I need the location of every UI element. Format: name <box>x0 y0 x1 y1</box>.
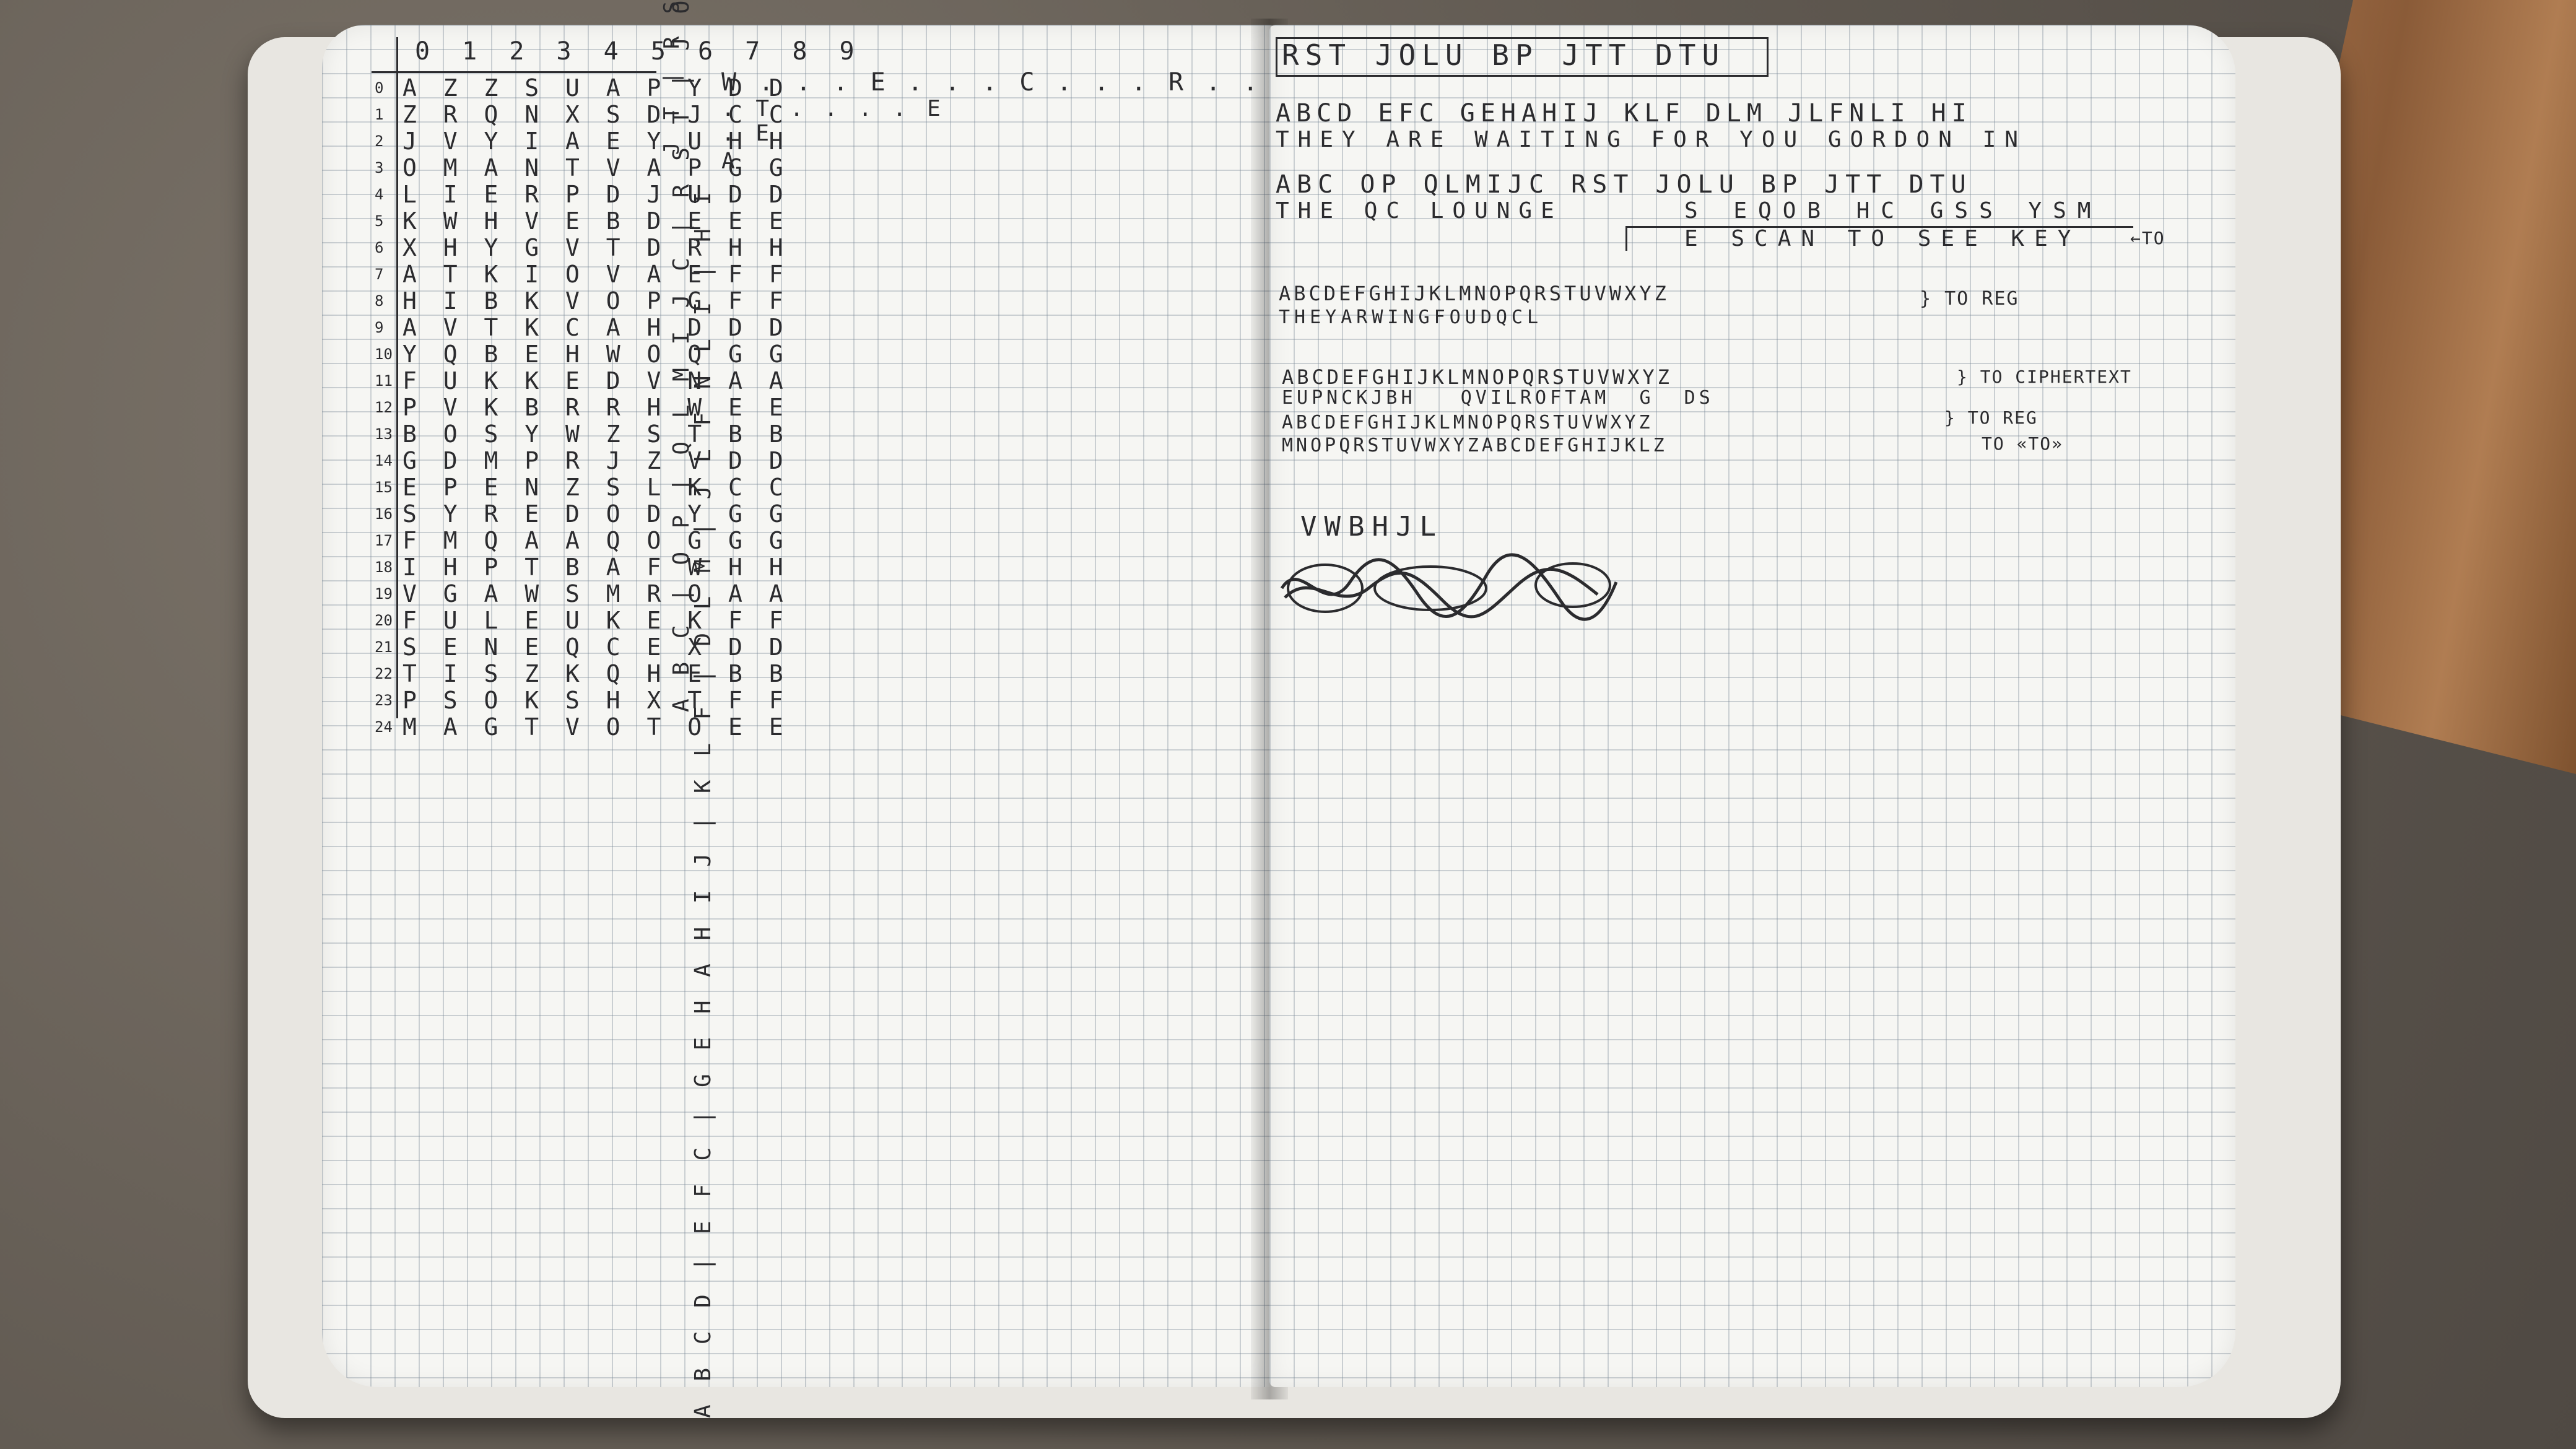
left-top-notes-3: . E <box>721 121 773 146</box>
grid-row: L I E R P D J U D D <box>402 181 790 208</box>
grid-row-number: 18 <box>375 559 393 576</box>
grid-row-number: 5 <box>375 212 384 230</box>
grid-row: S Y R E D O D Y G G <box>402 500 790 528</box>
grid-row-number: 17 <box>375 532 393 549</box>
grid-row: P S O K S H X T F F <box>402 687 790 714</box>
grid-row: P V K B R R H W E E <box>402 394 790 421</box>
alphabet-3: ABCDEFGHIJKLMNOPQRSTUVWXYZ <box>1282 412 1653 433</box>
alphabet-2: ABCDEFGHIJKLMNOPQRSTUVWXYZ <box>1282 365 1673 389</box>
cipher-line-1: ABCD EFC GEHAHIJ KLF DLM JLFNLI HI <box>1276 99 1972 128</box>
left-top-notes-4: A <box>721 149 739 174</box>
plain-line-2: THE QC LOUNGE <box>1276 198 1563 224</box>
word-vwbhjl: VWBHJL <box>1300 511 1443 542</box>
vertical-cipher-inner: J T | R S T | J O L U | B P | J T T | D … <box>659 0 684 155</box>
grid-row-number: 19 <box>375 585 393 603</box>
alphabet-1: ABCDEFGHIJKLMNOPQRSTUVWXYZ <box>1279 282 1669 305</box>
grid-row: M A G T V O T O E E <box>402 713 790 741</box>
grid-row: G D M P R J Z V D D <box>402 447 790 474</box>
grid-row-number: 14 <box>375 452 393 469</box>
grid-row-number: 13 <box>375 425 393 443</box>
grid-row-number: 16 <box>375 505 393 523</box>
grid-row-number: 22 <box>375 665 393 682</box>
grid-row-number: 8 <box>375 292 384 310</box>
bracket-side <box>1625 226 1627 251</box>
grid-row-number: 21 <box>375 638 393 656</box>
grid-row-number: 1 <box>375 106 384 123</box>
grid-row-number: 0 <box>375 79 384 97</box>
grid-row: X H Y G V T D R H H <box>402 234 790 261</box>
alphabet-4: MNOPQRSTUVWXYZABCDEFGHIJKLZ <box>1282 435 1668 456</box>
grid-row: T I S Z K Q H E B B <box>402 660 790 687</box>
grid-row-number: 10 <box>375 346 393 363</box>
grid-row-number: 4 <box>375 186 384 203</box>
grid-row: F U K K E D V N A A <box>402 367 790 394</box>
grid-row: F M Q A A Q O G G G <box>402 527 790 554</box>
grid-row-number: 24 <box>375 718 393 736</box>
grid-vertical-rule <box>396 37 398 718</box>
grid-row: Y Q B E H W O Q G G <box>402 341 790 368</box>
alphabet-2-map: EUPNCKJBH QVILROFTAM G DS <box>1282 387 1714 409</box>
notebook-photo: 0 1 2 3 4 5 6 7 8 9 0A Z Z S U A P Y D D… <box>0 0 2576 1449</box>
plain-line-2-sub: S EQOB HC GSS YSM <box>1684 198 2102 224</box>
grid-row: H I B K V O P G F F <box>402 287 790 315</box>
bracket-text: E SCAN TO SEE KEY <box>1684 226 2081 251</box>
arrow-to: ←TO <box>2130 228 2165 248</box>
alphabet-1-note: } TO REG <box>1920 288 2019 310</box>
grid-row-number: 2 <box>375 133 384 150</box>
grid-column-header: 0 1 2 3 4 5 6 7 8 9 <box>415 37 863 66</box>
grid-row: F U L E U K E K F F <box>402 607 790 634</box>
grid-row: S E N E Q C E X D D <box>402 633 790 661</box>
grid-row-number: 9 <box>375 319 384 336</box>
grid-row-number: 7 <box>375 266 384 283</box>
scribbled-out-text <box>1280 553 1618 621</box>
plain-line-1: THEY ARE WAITING FOR YOU GORDON IN <box>1276 127 2027 152</box>
grid-row: A T K I O V A E F F <box>402 261 790 288</box>
grid-row: A V T K C A H D D D <box>402 314 790 341</box>
alphabet-2-note: } TO CIPHERTEXT <box>1957 367 2132 387</box>
alphabet-1-map: THEYARWINGFOUDQCL <box>1279 307 1543 328</box>
alphabet-3-note: } TO REG <box>1944 407 2038 428</box>
grid-row-number: 23 <box>375 692 393 709</box>
grid-row: V G A W S M R O A A <box>402 580 790 607</box>
grid-horizontal-rule <box>372 71 656 73</box>
grid-row-number: 20 <box>375 612 393 629</box>
grid-row-number: 6 <box>375 239 384 256</box>
grid-row-number: 3 <box>375 159 384 176</box>
grid-row-number: 11 <box>375 372 393 389</box>
grid-row: B O S Y W Z S T B B <box>402 420 790 448</box>
grid-row-number: 15 <box>375 479 393 496</box>
grid-row: K W H V E B D E E E <box>402 207 790 235</box>
vertical-cipher-outer: A B C D | E F C | G E H A H I J | K L F … <box>690 186 716 1418</box>
grid-row: E P E N Z S L K C C <box>402 474 790 501</box>
left-top-notes-2: . T . . . . E <box>721 96 944 121</box>
grid-row-number: 12 <box>375 399 393 416</box>
alphabet-4-note: TO «TO» <box>1982 433 2064 454</box>
grid-row: I H P T B A F W H H <box>402 554 790 581</box>
cipher-line-2: ABC OP QLMIJC RST JOLU BP JTT DTU <box>1276 170 1972 199</box>
boxed-header: RST JOLU BP JTT DTU <box>1282 38 1726 72</box>
